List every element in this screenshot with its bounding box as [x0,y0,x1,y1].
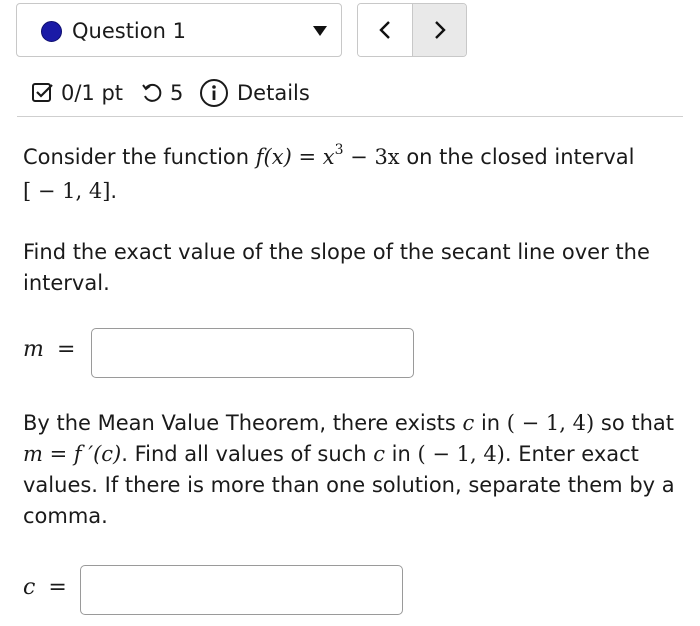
text: interval. [23,271,110,295]
attempts-count: 5 [170,81,184,105]
m-answer-label: m = [23,337,75,362]
text: By the Mean Value Theorem, there exists [23,411,463,435]
chevron-right-icon [435,21,446,39]
details-label: Details [237,81,310,105]
retry-icon [142,83,162,102]
var-c: c [373,442,385,466]
function-rest: − 3x [343,145,400,169]
secant-question: Find the exact value of the slope of the… [23,237,683,299]
dropdown-caret-icon [313,26,327,36]
text: Find the exact value of the slope of the… [23,240,650,264]
text: . [110,179,118,203]
m-answer-input[interactable] [91,328,414,378]
text: in [384,442,418,466]
c-answer-input[interactable] [80,565,403,615]
open-interval: ( − 1, 4) [417,442,505,466]
equals-sign: = [42,442,74,466]
interval: [ − 1, 4] [23,179,111,203]
question-nav [357,3,467,57]
attempts-info: 5 [140,76,183,110]
checkbox-icon [32,83,53,102]
var-c: c [462,411,475,435]
text: so that [594,411,674,435]
text: Consider the function [23,145,256,169]
function-base: x [322,145,335,169]
text: in [474,411,507,435]
mvt-question: By the Mean Value Theorem, there exists … [23,408,683,532]
next-question-button[interactable] [413,4,466,56]
function-exponent: 3 [334,142,344,158]
var-m: m [23,442,43,466]
question-label: Question 1 [72,19,186,43]
c-equals: = [48,575,67,600]
question-status-dot [41,21,62,42]
m-equals: = [56,337,76,362]
function-expression: f(x) [255,145,292,169]
text: on the closed interval [399,145,635,169]
section-divider [17,116,683,117]
c-answer-label: c = [23,575,67,600]
details-link[interactable]: Details [199,76,310,110]
chevron-left-icon [379,21,390,39]
m-variable: m [23,337,44,362]
score-info: 0/1 pt [31,76,123,110]
problem-statement: Consider the function f(x) = x3 − 3x on … [23,142,683,207]
info-icon [200,79,228,107]
text: . Find all values of such [121,442,374,466]
text: comma. [23,504,108,528]
score-text: 0/1 pt [61,81,124,105]
equals-sign: = [291,145,323,169]
c-variable: c [23,575,36,600]
text: values. If there is more than one soluti… [23,473,675,497]
question-selector[interactable]: Question 1 [16,3,342,57]
text: . Enter exact [504,442,639,466]
previous-question-button[interactable] [358,4,412,56]
derivative-expression: f ′(c) [73,442,122,466]
open-interval: ( − 1, 4) [506,411,595,435]
